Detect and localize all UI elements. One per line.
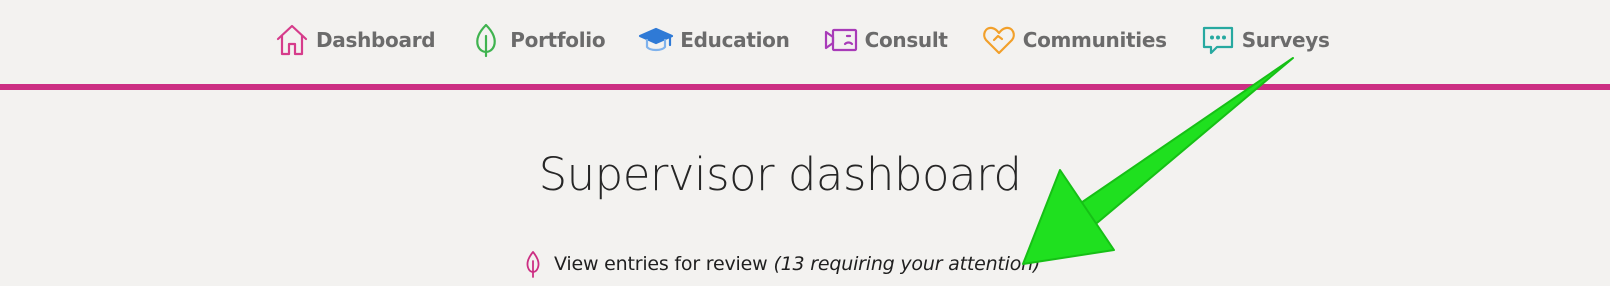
nav-label: Communities [1022, 28, 1167, 52]
page-title: Supervisor dashboard [538, 148, 1022, 201]
graduation-cap-icon [638, 22, 674, 58]
accent-divider [0, 84, 1610, 90]
nav-label: Dashboard [316, 28, 436, 52]
nav-label: Surveys [1241, 28, 1330, 52]
page: Dashboard Portfolio Education Consult Co… [0, 0, 1610, 286]
nav-label: Consult [864, 28, 948, 52]
chat-bubble-icon [1200, 22, 1236, 58]
heart-icon [981, 22, 1017, 58]
home-icon [274, 22, 310, 58]
view-entries-for-review-link[interactable]: View entries for review (13 requiring you… [522, 250, 1040, 278]
nav-item-portfolio[interactable]: Portfolio [468, 22, 606, 58]
video-camera-icon [823, 22, 859, 58]
review-link-label: View entries for review [554, 253, 768, 275]
nav-label: Portfolio [510, 28, 606, 52]
nav-item-surveys[interactable]: Surveys [1200, 22, 1330, 58]
nav-item-dashboard[interactable]: Dashboard [274, 22, 436, 58]
review-link-text: View entries for review (13 requiring you… [554, 253, 1040, 275]
leaf-icon [468, 22, 504, 58]
nav-item-consult[interactable]: Consult [823, 22, 948, 58]
top-navigation: Dashboard Portfolio Education Consult Co… [0, 0, 1610, 84]
nav-label: Education [680, 28, 790, 52]
review-count-note: (13 requiring your attention) [773, 253, 1041, 275]
leaf-icon [522, 250, 544, 278]
nav-item-communities[interactable]: Communities [981, 22, 1167, 58]
nav-list: Dashboard Portfolio Education Consult Co… [274, 20, 1330, 60]
nav-item-education[interactable]: Education [638, 22, 790, 58]
